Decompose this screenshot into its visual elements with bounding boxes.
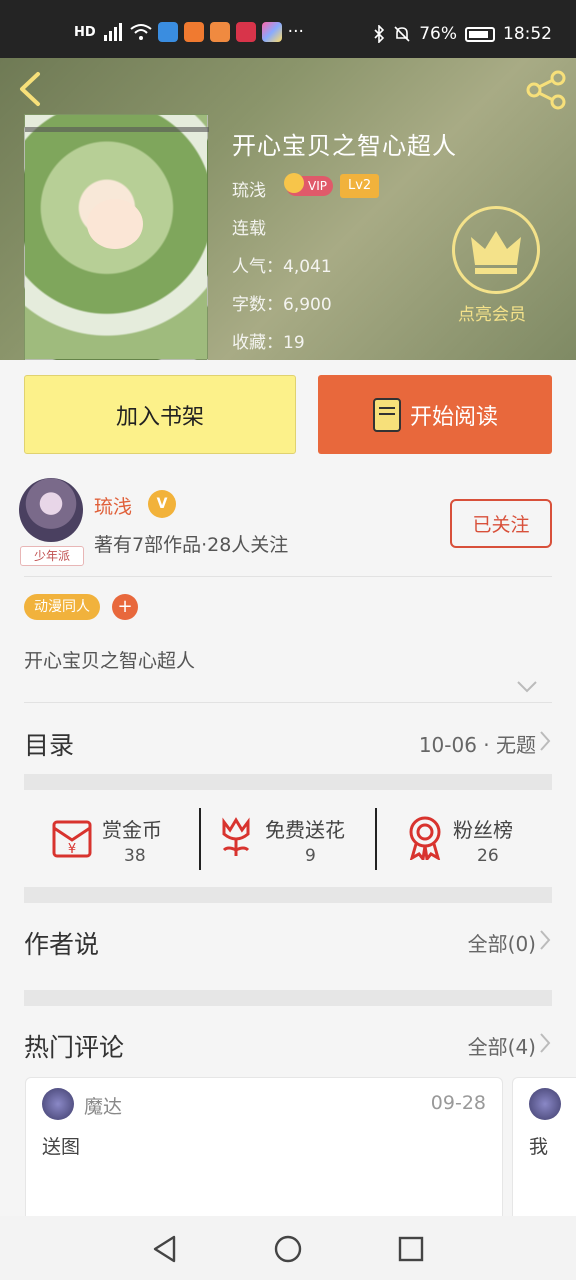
chevron-down-icon[interactable] [516, 680, 538, 694]
author-avatar[interactable] [19, 478, 83, 542]
author-says-title: 作者说 [24, 930, 100, 959]
mute-bell-icon [394, 26, 410, 42]
app-icon-colorful [261, 22, 282, 42]
add-to-shelf-label: 加入书架 [115, 404, 204, 430]
nav-back-icon[interactable] [150, 1234, 180, 1264]
book-cover[interactable] [24, 114, 209, 360]
app-icon-heart [209, 22, 230, 42]
verified-badge: V [148, 490, 176, 518]
hot-comments-title: 热门评论 [24, 1033, 125, 1062]
commenter-name[interactable]: 魔达 [84, 1092, 122, 1119]
crown-icon [471, 231, 521, 274]
status-bar: HD ··· 76% 18:52 [0, 0, 576, 58]
free-flower-value: 9 [305, 846, 316, 866]
status-icons-left: HD ··· [74, 22, 304, 42]
cover-character [87, 199, 143, 249]
comment-text: 送图 [42, 1136, 81, 1158]
member-button[interactable] [452, 206, 540, 294]
start-reading-label: 开始阅读 [409, 404, 498, 430]
vip-crown-icon [284, 173, 304, 193]
flower-icon[interactable] [216, 816, 256, 860]
section-gap [24, 990, 552, 1006]
hot-comments-all[interactable]: 全部(4) [468, 1031, 536, 1060]
chevron-right-icon[interactable] [538, 929, 552, 951]
reward-coin-label[interactable]: 赏金币 [102, 814, 162, 843]
author-tag: 少年派 [20, 546, 84, 566]
wifi-icon [130, 24, 152, 40]
app-icon-orange [183, 22, 204, 42]
share-icon[interactable] [524, 70, 568, 110]
add-tag-button[interactable]: + [112, 594, 138, 620]
start-reading-button[interactable]: 开始阅读 [318, 375, 552, 454]
clock: 18:52 [503, 24, 552, 44]
stat-separator [375, 808, 377, 870]
comment-text: 我 [529, 1136, 549, 1158]
book-icon [372, 397, 401, 432]
author-says-all[interactable]: 全部(0) [468, 928, 536, 957]
book-favorites: 收藏：19 [232, 333, 305, 353]
book-word-count: 字数：6,900 [232, 295, 332, 315]
level-badge: Lv2 [340, 174, 380, 198]
section-gap [24, 774, 552, 790]
fan-rank-value: 26 [477, 846, 499, 866]
follow-button[interactable]: 已关注 [450, 499, 552, 548]
stat-separator [199, 808, 201, 870]
app-icon-blue [157, 22, 178, 42]
divider [24, 576, 552, 577]
chevron-right-icon[interactable] [538, 730, 552, 752]
comment-date: 09-28 [430, 1092, 486, 1114]
follow-label: 已关注 [472, 514, 530, 536]
book-title: 开心宝贝之智心超人 [232, 132, 457, 160]
back-arrow-icon[interactable] [14, 70, 48, 108]
status-icons-right: 76% 18:52 [373, 24, 552, 44]
comment-card[interactable]: 我 [512, 1077, 576, 1227]
medal-icon[interactable] [404, 814, 446, 860]
more-notifications-icon: ··· [287, 22, 304, 42]
reward-envelope-icon[interactable]: ¥ [50, 814, 94, 860]
author-stats: 著有7部作品·28人关注 [94, 534, 289, 556]
divider [24, 702, 552, 703]
member-label: 点亮会员 [458, 305, 526, 325]
catalog-title[interactable]: 目录 [24, 726, 74, 762]
system-nav-bar [0, 1216, 576, 1280]
hd-indicator: HD [74, 24, 96, 40]
nav-recents-icon[interactable] [396, 1234, 426, 1264]
commenter-avatar[interactable] [42, 1088, 74, 1120]
battery-percent: 76% [419, 24, 457, 44]
battery-icon [465, 26, 495, 42]
book-popularity: 人气：4,041 [232, 257, 332, 277]
author-name[interactable]: 琉浅 [94, 492, 132, 519]
book-status: 连载 [232, 219, 266, 239]
book-author: 琉浅 [232, 181, 266, 201]
app-icon-red [235, 22, 256, 42]
reward-coin-value: 38 [124, 846, 146, 866]
book-description: 开心宝贝之智心超人 [24, 650, 196, 672]
catalog-latest[interactable]: 10-06 · 无题 [419, 729, 536, 758]
fan-rank-label[interactable]: 粉丝榜 [453, 814, 513, 843]
chevron-right-icon[interactable] [538, 1032, 552, 1054]
cover-stripe [25, 127, 209, 132]
comment-card[interactable]: 魔达 09-28 送图 [25, 1077, 503, 1227]
signal-icon [103, 23, 122, 41]
free-flower-label[interactable]: 免费送花 [265, 814, 345, 843]
commenter-avatar[interactable] [529, 1088, 561, 1120]
add-to-shelf-button[interactable]: 加入书架 [24, 375, 296, 454]
book-header: 开心宝贝之智心超人 琉浅 VIP Lv2 连载 人气：4,041 字数：6,90… [0, 58, 576, 360]
category-tag[interactable]: 动漫同人 [24, 594, 100, 620]
section-gap [24, 887, 552, 903]
nav-home-icon[interactable] [273, 1234, 303, 1264]
bluetooth-icon [374, 25, 385, 43]
svg-text:¥: ¥ [68, 842, 76, 857]
